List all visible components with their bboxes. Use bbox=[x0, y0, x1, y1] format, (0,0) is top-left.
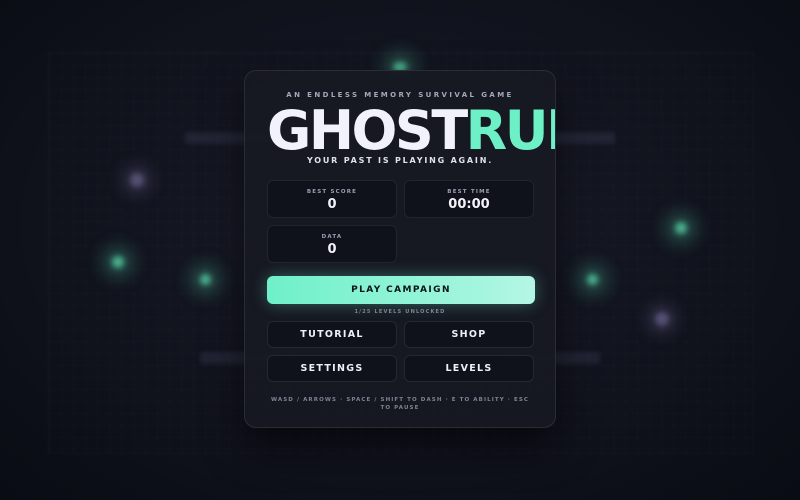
ghost-orb bbox=[130, 173, 144, 187]
tutorial-button[interactable]: TUTORIAL bbox=[267, 321, 397, 348]
data-card: DATA 0 bbox=[267, 225, 397, 263]
ghost-orb bbox=[675, 222, 687, 234]
ghost-orb bbox=[655, 312, 669, 326]
best-score-card: BEST SCORE 0 bbox=[267, 180, 397, 218]
game-title-ghost: GHOST bbox=[267, 99, 468, 162]
ghost-orb bbox=[587, 274, 598, 285]
shop-button[interactable]: SHOP bbox=[404, 321, 534, 348]
best-score-label: BEST SCORE bbox=[306, 189, 358, 195]
best-time-card: BEST TIME 00:00 bbox=[404, 180, 534, 218]
best-time-value: 00:00 bbox=[448, 197, 490, 212]
game-subtitle: YOUR PAST IS PLAYING AGAIN. bbox=[306, 156, 494, 165]
settings-button[interactable]: SETTINGS bbox=[267, 355, 397, 382]
best-score-value: 0 bbox=[327, 197, 337, 212]
ghost-orb bbox=[112, 256, 124, 268]
data-value: 0 bbox=[327, 242, 337, 257]
main-menu-panel: AN ENDLESS MEMORY SURVIVAL GAME GHOSTRUN… bbox=[244, 70, 556, 428]
controls-hint: WASD / ARROWS · SPACE / SHIFT TO DASH · … bbox=[270, 397, 530, 411]
levels-button[interactable]: LEVELS bbox=[404, 355, 534, 382]
ghost-orb bbox=[200, 274, 211, 285]
data-label: DATA bbox=[321, 234, 343, 240]
game-title: GHOSTRUN bbox=[267, 99, 555, 162]
game-title-run: RUN bbox=[465, 99, 555, 162]
game-screen: AN ENDLESS MEMORY SURVIVAL GAME GHOSTRUN… bbox=[0, 0, 800, 500]
game-tagline: AN ENDLESS MEMORY SURVIVAL GAME bbox=[286, 91, 514, 99]
best-time-label: BEST TIME bbox=[447, 189, 491, 195]
levels-unlocked-text: 1/25 LEVELS UNLOCKED bbox=[354, 309, 446, 315]
play-campaign-button[interactable]: PLAY CAMPAIGN bbox=[267, 276, 535, 304]
